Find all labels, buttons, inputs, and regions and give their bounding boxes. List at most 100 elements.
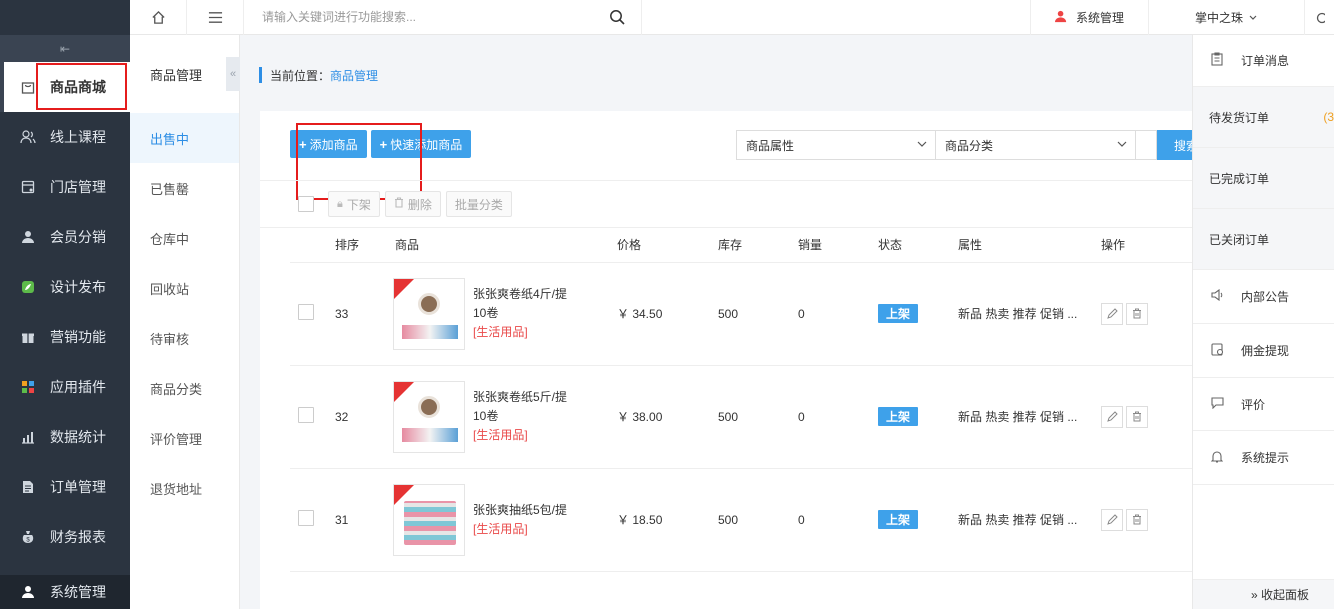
closed-orders-item[interactable]: 已关闭订单 <box>1193 209 1334 270</box>
header-sales[interactable]: 销量 <box>798 228 878 263</box>
row-checkbox[interactable] <box>298 304 314 320</box>
subnav-item-2[interactable]: 仓库中 <box>130 213 239 263</box>
completed-orders-item[interactable]: 已完成订单 <box>1193 148 1334 209</box>
product-thumbnail[interactable] <box>393 277 465 350</box>
plus-icon: + <box>299 136 307 152</box>
subnav-item-5[interactable]: 商品分类 <box>130 363 239 413</box>
product-thumbnail[interactable] <box>393 380 465 453</box>
leaf-icon <box>20 279 36 295</box>
nav-item-5[interactable]: 营销功能 <box>0 312 130 362</box>
sort-cell[interactable]: 31 <box>335 468 395 572</box>
chevron-down-icon <box>1117 141 1127 147</box>
subnav-item-4[interactable]: 待审核 <box>130 313 239 363</box>
menu-icon[interactable] <box>187 0 244 35</box>
more-icon[interactable] <box>1304 0 1334 35</box>
order-messages-header[interactable]: 订单消息 <box>1193 35 1334 87</box>
select-all-checkbox[interactable] <box>298 196 314 212</box>
pending-orders-item[interactable]: 待发货订单 (3 <box>1193 87 1334 148</box>
select-spacer <box>1136 130 1157 160</box>
product-name[interactable]: 张张爽卷纸4斤/提10卷 <box>473 285 577 323</box>
search-input[interactable] <box>262 10 602 24</box>
product-cell: 张张爽卷纸4斤/提10卷 [生活用品] <box>393 262 617 366</box>
brand-name: 掌中之珠 <box>1194 11 1243 25</box>
trash-icon[interactable] <box>1126 302 1148 325</box>
fold-panel-icon[interactable]: « <box>226 57 240 91</box>
edit-icon[interactable] <box>1101 508 1123 531</box>
trash-icon[interactable] <box>1126 405 1148 428</box>
product-info: 张张爽卷纸4斤/提10卷 [生活用品] <box>393 277 617 350</box>
closed-label: 已关闭订单 <box>1209 232 1270 247</box>
nav-item-8[interactable]: 订单管理 <box>0 462 130 512</box>
edit-icon[interactable] <box>1101 302 1123 325</box>
product-name[interactable]: 张张爽卷纸5斤/提10卷 <box>473 388 577 426</box>
quick-add-product-button[interactable]: + 快速添加商品 <box>370 130 472 158</box>
system-manage-link[interactable]: 系统管理 <box>1030 0 1148 35</box>
header-actions: 操作 <box>1101 228 1192 263</box>
breadcrumb-current[interactable]: 商品管理 <box>330 67 378 84</box>
nav-item-1[interactable]: 线上课程 <box>0 112 130 162</box>
nav-item-label: 数据统计 <box>50 429 106 445</box>
nav-item-4[interactable]: 设计发布 <box>0 262 130 312</box>
nav-item-label: 门店管理 <box>50 179 106 195</box>
system-tip-item[interactable]: 系统提示 <box>1193 431 1334 485</box>
quick-add-label: 快速添加商品 <box>390 137 463 152</box>
stock-cell: 500 <box>718 468 798 572</box>
header-stock[interactable]: 库存 <box>718 228 798 263</box>
nav-item-label: 商品商城 <box>50 79 106 95</box>
right-panel: 订单消息 待发货订单 (3 已完成订单 已关闭订单 内部公告 佣金提现 评价 系… <box>1192 35 1334 609</box>
nav-item-0[interactable]: 商品商城 <box>0 62 130 112</box>
nav-item-system[interactable]: 系统管理 <box>0 575 130 609</box>
grid-icon <box>20 379 36 395</box>
nav-item-7[interactable]: 数据统计 <box>0 412 130 462</box>
collapse-panel-button[interactable]: » 收起面板 <box>1193 579 1334 609</box>
user-icon <box>20 229 36 245</box>
notice-item[interactable]: 内部公告 <box>1193 270 1334 324</box>
search-button-label: 搜索 <box>1174 138 1192 153</box>
status-badge[interactable]: 上架 <box>878 304 919 323</box>
sales-cell: 0 <box>798 365 878 469</box>
tissue-pack-image <box>404 500 456 545</box>
product-text: 张张爽抽纸5包/提 [生活用品] <box>473 501 577 539</box>
product-attr-select[interactable]: 商品属性 <box>736 130 936 160</box>
product-name[interactable]: 张张爽抽纸5包/提 <box>473 501 577 520</box>
subnav-item-7[interactable]: 退货地址 <box>130 463 239 513</box>
product-category-select[interactable]: 商品分类 <box>935 130 1136 160</box>
toolbar: + 添加商品 + 快速添加商品 <box>290 123 472 200</box>
delete-label: 删除 <box>407 197 432 212</box>
subnav-item-6[interactable]: 评价管理 <box>130 413 239 463</box>
commission-item[interactable]: 佣金提现 <box>1193 324 1334 378</box>
search-button[interactable]: 搜索 <box>1157 130 1192 160</box>
gift-icon <box>20 329 36 345</box>
review-item[interactable]: 评价 <box>1193 378 1334 431</box>
offshelf-button[interactable]: 🔒︎ 下架 <box>328 191 380 217</box>
add-product-button[interactable]: + 添加商品 <box>290 130 367 158</box>
status-badge[interactable]: 上架 <box>878 407 919 426</box>
search-icon[interactable] <box>609 9 625 25</box>
subnav-item-0[interactable]: 出售中 <box>130 113 239 163</box>
edit-icon[interactable] <box>1101 405 1123 428</box>
home-icon[interactable] <box>130 0 187 35</box>
nav-item-3[interactable]: 会员分销 <box>0 212 130 262</box>
trash-icon[interactable] <box>1126 508 1148 531</box>
sort-cell[interactable]: 32 <box>335 365 395 469</box>
product-info: 张张爽抽纸5包/提 [生活用品] <box>393 483 617 556</box>
status-badge[interactable]: 上架 <box>878 510 919 529</box>
subnav-item-3[interactable]: 回收站 <box>130 263 239 313</box>
header-attrs: 属性 <box>958 228 1101 263</box>
subnav-item-1[interactable]: 已售罄 <box>130 163 239 213</box>
nav-item-2[interactable]: 门店管理 <box>0 162 130 212</box>
nav-item-9[interactable]: $ 财务报表 <box>0 512 130 562</box>
sort-cell[interactable]: 33 <box>335 262 395 366</box>
nav-item-6[interactable]: 应用插件 <box>0 362 130 412</box>
system-label: 系统管理 <box>1075 11 1124 25</box>
brand-dropdown[interactable]: 掌中之珠 <box>1148 0 1304 35</box>
delete-button[interactable]: 删除 <box>384 191 441 217</box>
row-checkbox[interactable] <box>298 407 314 423</box>
row-checkbox[interactable] <box>298 510 314 526</box>
review-label: 评价 <box>1241 397 1266 412</box>
product-thumbnail[interactable] <box>393 483 465 556</box>
header-price[interactable]: 价格 <box>617 228 718 263</box>
header-sort[interactable]: 排序 <box>335 228 395 263</box>
batch-category-button[interactable]: 批量分类 <box>445 191 512 217</box>
collapse-menu-icon[interactable]: ⇤ <box>0 35 130 62</box>
